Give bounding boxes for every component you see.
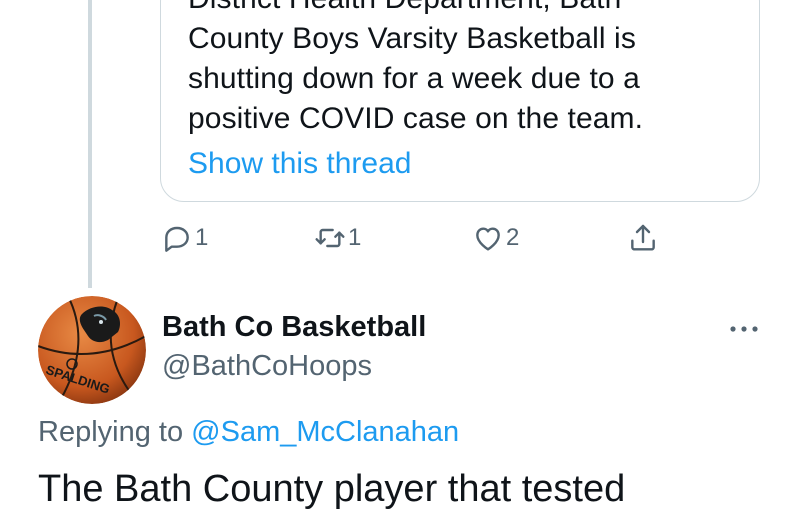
author-display-name[interactable]: Bath Co Basketball	[162, 311, 426, 344]
reply-icon	[165, 226, 189, 252]
like-count: 2	[506, 224, 520, 251]
like-button[interactable]: 2	[472, 218, 519, 258]
quoted-tweet-text: District Health Department, Bath County …	[188, 0, 644, 135]
replying-to-mention[interactable]: @Sam_McClanahan	[191, 416, 459, 448]
more-options-button[interactable]	[728, 318, 760, 340]
like-icon	[476, 227, 500, 251]
replying-to-line: Replying to @Sam_McClanahan	[38, 416, 459, 449]
retweet-button[interactable]: 1	[314, 218, 361, 258]
share-button[interactable]	[627, 218, 659, 258]
author-handle[interactable]: @BathCoHoops	[162, 350, 372, 383]
reply-button[interactable]: 1	[161, 218, 208, 258]
retweet-count: 1	[348, 224, 362, 251]
share-icon	[631, 224, 655, 251]
show-thread-link[interactable]: Show this thread	[188, 144, 411, 184]
reply-count: 1	[195, 224, 209, 251]
retweet-icon	[315, 228, 345, 248]
more-dots-icon	[730, 326, 758, 332]
basketball-avatar-image: SPALDING	[38, 296, 146, 404]
avatar[interactable]: SPALDING	[38, 296, 146, 404]
reply-tweet-text: The Bath County player that tested	[38, 468, 626, 510]
quoted-tweet-card[interactable]: District Health Department, Bath County …	[160, 0, 760, 202]
tweet-action-bar: 1 1 2	[0, 218, 800, 258]
replying-to-label: Replying to	[38, 416, 184, 448]
